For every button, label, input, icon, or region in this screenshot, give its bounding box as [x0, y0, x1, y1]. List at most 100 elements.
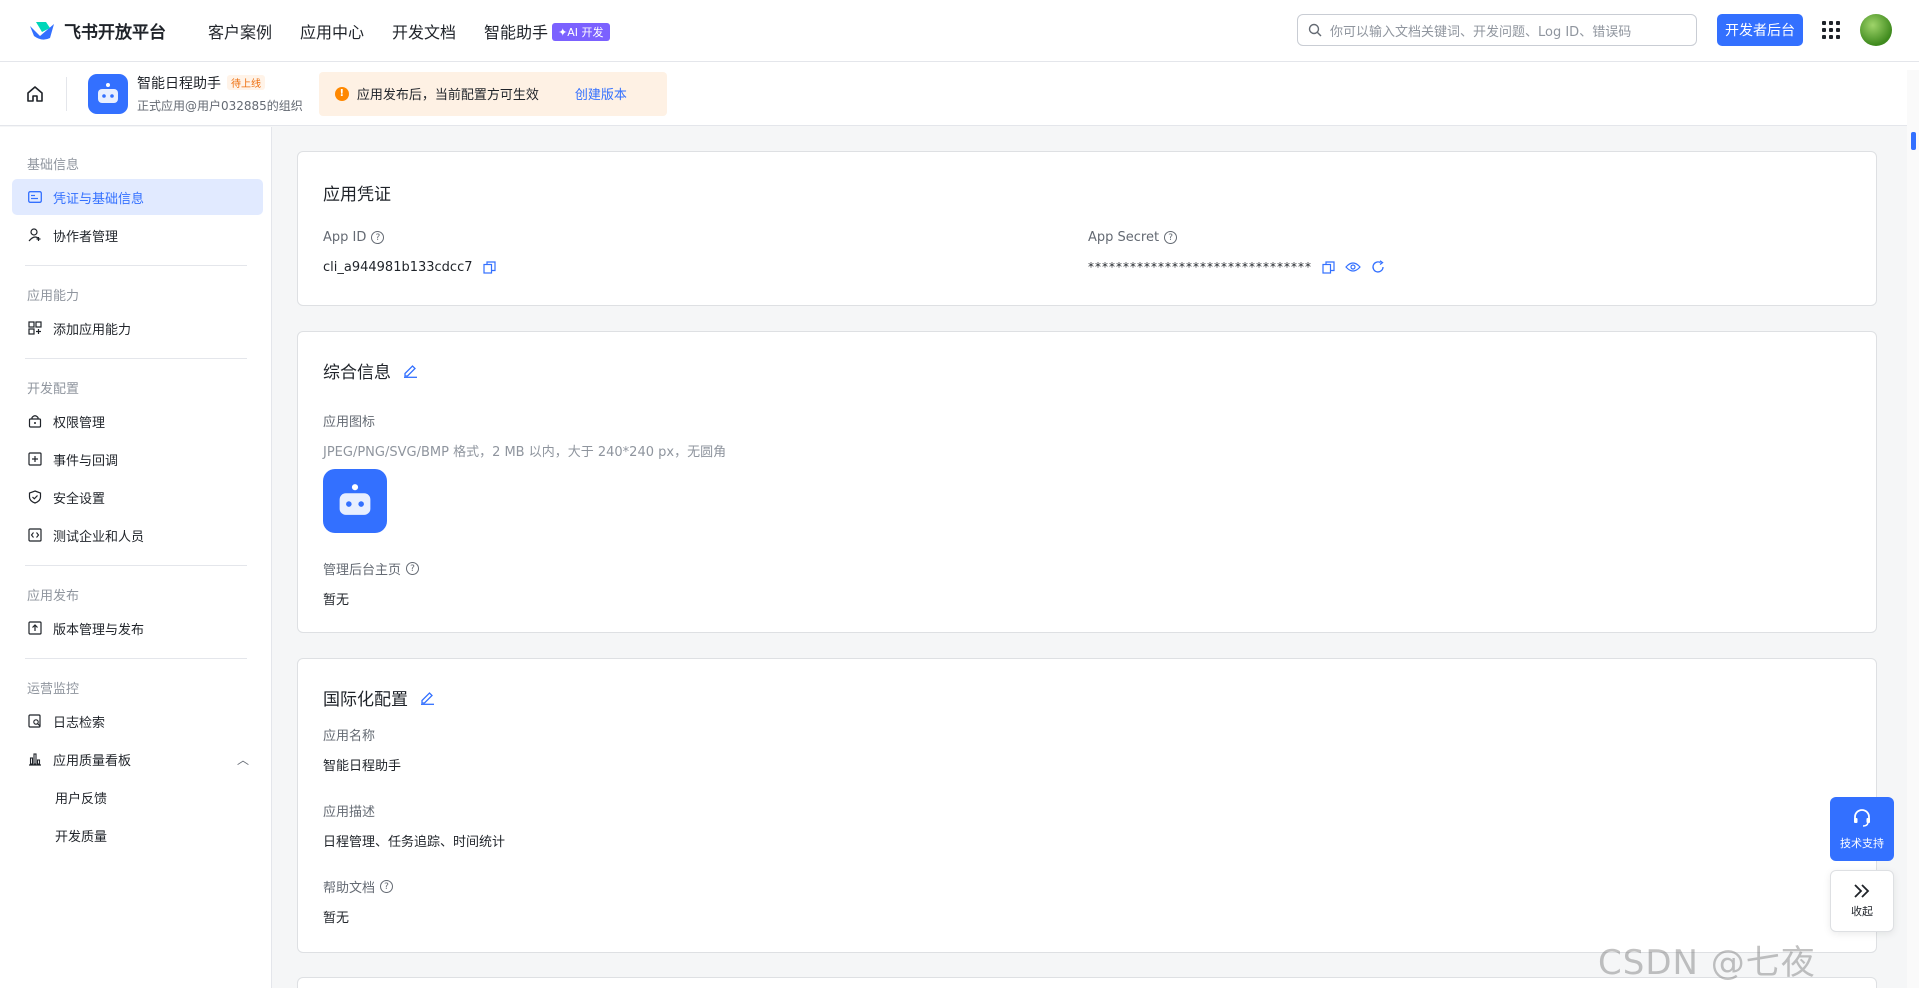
copy-icon[interactable]: [482, 261, 496, 274]
nav-link-cases[interactable]: 客户案例: [208, 19, 272, 43]
sidebar-item-label: 凭证与基础信息: [53, 191, 145, 207]
sidebar-item-label: 日志检索: [53, 715, 106, 731]
brand-logo[interactable]: 飞书开放平台: [28, 18, 166, 43]
general-title: 综合信息: [323, 363, 391, 383]
admin-home-value: 暂无: [323, 593, 350, 608]
add-user-icon: [27, 227, 43, 243]
edit-icon[interactable]: [403, 363, 418, 378]
sidebar: 基础信息 凭证与基础信息 协作者管理 应用能力 添加应用能力 开发配置 权限管理…: [0, 127, 272, 988]
app-icon: [88, 73, 128, 114]
upload-icon: [27, 620, 43, 636]
chevron-up-icon[interactable]: ︿: [237, 751, 249, 768]
app-desc-value: 日程管理、任务追踪、时间统计: [323, 835, 506, 850]
credentials-title: 应用凭证: [323, 185, 391, 205]
sidebar-item-label: 开发质量: [55, 829, 108, 845]
headset-icon: [1854, 809, 1870, 827]
sidebar-item-label: 协作者管理: [53, 229, 119, 245]
log-search-icon: [27, 713, 43, 729]
edit-icon[interactable]: [420, 690, 435, 705]
refresh-icon[interactable]: [1371, 260, 1385, 274]
nav-link-app-center[interactable]: 应用中心: [300, 19, 364, 43]
sidebar-item-quality[interactable]: 应用质量看板 ︿: [12, 741, 263, 777]
icon-hint: JPEG/PNG/SVG/BMP 格式，2 MB 以内，大于 240*240 p…: [323, 445, 727, 460]
sidebar-item-permissions[interactable]: 权限管理: [12, 403, 263, 439]
sidebar-item-dev-quality[interactable]: 开发质量: [12, 817, 263, 853]
tech-support-label: 技术支持: [1840, 837, 1884, 850]
app-name-value: 智能日程助手: [323, 759, 402, 774]
app-name-label: 应用名称: [323, 729, 376, 744]
sidebar-item-versions[interactable]: 版本管理与发布: [12, 610, 263, 646]
publish-notice: ! 应用发布后，当前配置方可生效 创建版本: [318, 71, 667, 116]
sidebar-item-label: 安全设置: [53, 491, 106, 507]
top-nav: 飞书开放平台 客户案例 应用中心 开发文档 智能助手 ✦AI 开发 你可以输入文档…: [0, 0, 1919, 62]
help-doc-label: 帮助文档: [323, 881, 376, 896]
scrollbar[interactable]: [1907, 70, 1919, 988]
lock-icon: [27, 413, 43, 429]
sidebar-item-label: 权限管理: [53, 415, 106, 431]
search-icon: [1308, 23, 1322, 37]
create-version-link[interactable]: 创建版本: [575, 84, 627, 103]
divider: [25, 358, 247, 359]
sidebar-item-label: 事件与回调: [53, 453, 119, 469]
watermark: CSDN @七夜zippoe: [1598, 943, 1816, 988]
sidebar-group-dev: 开发配置: [27, 381, 80, 397]
app-secret-value: ********************************: [1088, 260, 1312, 274]
event-icon: [27, 451, 43, 467]
app-secret-label: App Secret: [1088, 230, 1160, 245]
ai-badge: ✦AI 开发: [552, 22, 610, 41]
sidebar-group-ops: 运营监控: [27, 681, 80, 697]
sidebar-item-logs[interactable]: 日志检索: [12, 703, 263, 739]
apps-grid-icon[interactable]: [1822, 21, 1840, 39]
tech-support-button[interactable]: 技术支持: [1830, 797, 1894, 861]
sidebar-item-label: 用户反馈: [55, 791, 108, 807]
i18n-title: 国际化配置: [323, 690, 408, 710]
code-box-icon: [27, 527, 43, 543]
sidebar-item-credentials[interactable]: 凭证与基础信息: [12, 179, 263, 215]
i18n-card: 国际化配置 应用名称 智能日程助手 应用描述 日程管理、任务追踪、时间统计 帮助…: [297, 658, 1877, 953]
nav-link-assistant[interactable]: 智能助手 ✦AI 开发: [484, 19, 610, 43]
shield-icon: [27, 489, 43, 505]
search-placeholder: 你可以输入文档关键词、开发问题、Log ID、错误码: [1330, 24, 1632, 40]
sidebar-item-add-capability[interactable]: 添加应用能力: [12, 310, 263, 346]
help-doc-value: 暂无: [323, 911, 350, 926]
divider: [66, 76, 67, 111]
home-icon[interactable]: [24, 83, 46, 105]
nav-link-assistant-label: 智能助手: [484, 22, 549, 42]
nav-link-docs[interactable]: 开发文档: [392, 19, 456, 43]
help-icon[interactable]: ?: [371, 231, 385, 244]
grid-add-icon: [27, 320, 43, 336]
double-chevron-right-icon: [1854, 884, 1870, 898]
status-badge: 待上线: [227, 75, 265, 90]
app-org: 正式应用@用户032885的组织: [137, 99, 303, 113]
sidebar-item-label: 测试企业和人员: [53, 529, 145, 545]
search-input[interactable]: 你可以输入文档关键词、开发问题、Log ID、错误码: [1297, 14, 1697, 46]
robot-icon: [339, 484, 371, 515]
sidebar-item-test-org[interactable]: 测试企业和人员: [12, 517, 263, 553]
divider: [25, 658, 247, 659]
help-icon[interactable]: ?: [406, 562, 420, 575]
sidebar-item-security[interactable]: 安全设置: [12, 479, 263, 515]
user-avatar[interactable]: [1860, 14, 1892, 46]
sidebar-item-feedback[interactable]: 用户反馈: [12, 779, 263, 815]
credential-card-icon: [27, 189, 43, 205]
app-desc-label: 应用描述: [323, 805, 376, 820]
app-id-value: cli_a944981b133cdcc7: [323, 260, 473, 275]
sidebar-group-publish: 应用发布: [27, 588, 80, 604]
sidebar-group-capability: 应用能力: [27, 288, 80, 304]
sidebar-group-basic: 基础信息: [27, 157, 80, 173]
copy-icon[interactable]: [1322, 260, 1335, 274]
icon-label: 应用图标: [323, 415, 376, 430]
collapse-button[interactable]: 收起: [1830, 870, 1894, 932]
collapse-label: 收起: [1851, 905, 1873, 918]
sidebar-item-collaborators[interactable]: 协作者管理: [12, 217, 263, 253]
help-icon[interactable]: ?: [1164, 231, 1178, 244]
general-info-card: 综合信息 应用图标 JPEG/PNG/SVG/BMP 格式，2 MB 以内，大于…: [297, 331, 1877, 633]
sidebar-item-events[interactable]: 事件与回调: [12, 441, 263, 477]
app-icon-upload[interactable]: [323, 469, 387, 533]
brand-name: 飞书开放平台: [64, 23, 166, 43]
scrollbar-thumb[interactable]: [1911, 132, 1916, 150]
eye-icon[interactable]: [1345, 261, 1361, 273]
developer-console-button[interactable]: 开发者后台: [1717, 14, 1803, 46]
feishu-logo-icon: [30, 21, 54, 40]
help-icon[interactable]: ?: [380, 880, 394, 893]
